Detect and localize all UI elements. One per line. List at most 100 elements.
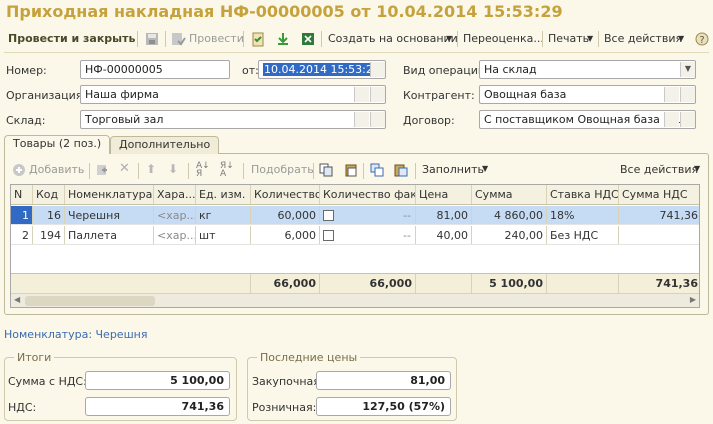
save-icon[interactable]: [144, 31, 160, 47]
operation-select[interactable]: На склад ▼: [479, 60, 696, 79]
tab-goods[interactable]: Товары (2 поз.): [4, 135, 111, 154]
search-icon[interactable]: [680, 87, 695, 102]
date-field[interactable]: 10.04.2014 15:53:29: [258, 60, 386, 79]
search-icon[interactable]: [680, 112, 695, 127]
cell-code: 194: [33, 226, 65, 244]
col-sum[interactable]: Сумма: [472, 185, 547, 204]
cell-unit: кг: [196, 206, 251, 224]
copy-rows-icon[interactable]: [370, 163, 384, 177]
chevron-down-icon[interactable]: ▼: [694, 164, 700, 173]
help-icon[interactable]: ?: [694, 31, 710, 47]
col-characteristic[interactable]: Хара...: [154, 185, 196, 204]
cell-vat-sum: [619, 226, 699, 244]
sort-asc-icon[interactable]: A↓ Я: [196, 162, 210, 179]
chevron-down-icon[interactable]: ▼: [482, 164, 488, 173]
organization-label: Организация:: [6, 89, 87, 102]
contractor-label: Контрагент:: [403, 89, 475, 102]
ellipsis-button[interactable]: [354, 112, 369, 127]
col-code[interactable]: Код: [33, 185, 65, 204]
arrow-up-icon[interactable]: ⬆: [146, 162, 156, 176]
sum-with-vat-value: 5 100,00: [85, 371, 230, 390]
contract-field[interactable]: С поставщиком Овощная база (RUB), ...: [479, 110, 696, 129]
goods-table: N Код Номенклатура Хара... Ед. изм. Коли…: [10, 184, 700, 308]
sort-desc-icon[interactable]: Я↓ A: [220, 162, 234, 179]
contractor-field[interactable]: Овощная база: [479, 85, 696, 104]
retail-price-value: 127,50 (57%): [316, 397, 451, 416]
window-title: Приходная накладная НФ-00000005 от 10.04…: [6, 2, 563, 21]
cell-quantity: 6,000: [251, 226, 320, 244]
table-toolbar: Добавить ✕ ⬆ ⬇ A↓ Я Я↓ A Подобрать Заполни…: [10, 161, 702, 180]
paste-icon[interactable]: [344, 163, 358, 177]
chevron-down-icon[interactable]: ▼: [587, 31, 593, 47]
warehouse-value: Торговый зал: [85, 113, 164, 126]
ellipsis-button[interactable]: [664, 112, 679, 127]
table-footer: 66,000 66,000 5 100,00 741,36: [11, 273, 699, 293]
chevron-down-icon[interactable]: ▼: [678, 31, 684, 47]
vat-value: 741,36: [85, 397, 230, 416]
print-button[interactable]: Печать: [548, 31, 589, 47]
col-vat-sum[interactable]: Сумма НДС: [619, 185, 699, 204]
col-quantity[interactable]: Количество: [251, 185, 320, 204]
col-nomenclature[interactable]: Номенклатура: [65, 185, 154, 204]
organization-value: Наша фирма: [85, 88, 159, 101]
col-quantity-fact[interactable]: Количество факт: [320, 185, 416, 204]
cell-quantity-fact: --: [320, 226, 416, 244]
table-all-actions-button[interactable]: Все действия: [620, 163, 698, 176]
checkbox[interactable]: [323, 209, 334, 221]
warehouse-field[interactable]: Торговый зал: [80, 110, 386, 129]
ellipsis-button[interactable]: [354, 87, 369, 102]
chevron-down-icon[interactable]: ▼: [680, 62, 695, 77]
col-unit[interactable]: Ед. изм.: [196, 185, 251, 204]
create-based-on-button[interactable]: Создать на основании: [328, 31, 458, 47]
table-row[interactable]: 2 194 Паллета <хар... шт 6,000 -- 40,00 …: [11, 226, 699, 245]
post-icon[interactable]: [170, 31, 186, 47]
scrollbar-thumb[interactable]: [25, 296, 155, 306]
cell-characteristic: <хар...: [154, 226, 196, 244]
nomenclature-link[interactable]: Номенклатура: Черешня: [4, 328, 147, 341]
fill-button[interactable]: Заполнить: [422, 163, 484, 176]
reprice-button[interactable]: Переоценка...: [463, 31, 544, 47]
purchase-price-value: 81,00: [316, 371, 451, 390]
post-and-close-button[interactable]: Провести и закрыть: [8, 31, 135, 47]
add-button[interactable]: Добавить: [29, 163, 84, 176]
pick-button[interactable]: Подобрать: [251, 163, 314, 176]
download-icon[interactable]: [275, 31, 291, 47]
number-field[interactable]: НФ-00000005: [80, 60, 230, 79]
tab-additional[interactable]: Дополнительно: [110, 136, 220, 154]
paste-rows-icon[interactable]: [394, 163, 408, 177]
ellipsis-button[interactable]: [664, 87, 679, 102]
operation-value: На склад: [484, 63, 537, 76]
total-quantity: 66,000: [251, 274, 320, 293]
copy-icon[interactable]: [319, 163, 333, 177]
col-price[interactable]: Цена: [416, 185, 472, 204]
all-actions-button[interactable]: Все действия: [604, 31, 682, 47]
organization-field[interactable]: Наша фирма: [80, 85, 386, 104]
table-row[interactable]: 1 16 Черешня <хар... кг 60,000 -- 81,00 …: [11, 206, 699, 225]
col-vat-rate[interactable]: Ставка НДС: [547, 185, 619, 204]
retail-price-label: Розничная:: [252, 401, 317, 414]
cell-unit: шт: [196, 226, 251, 244]
scroll-left-icon[interactable]: ◀: [14, 295, 20, 304]
post-button[interactable]: Провести: [189, 31, 244, 47]
checkbox[interactable]: [323, 229, 334, 241]
chevron-down-icon[interactable]: ▼: [446, 31, 452, 47]
contractor-value: Овощная база: [484, 88, 567, 101]
excel-icon[interactable]: [300, 31, 316, 47]
clipboard-check-icon[interactable]: [250, 31, 266, 47]
horizontal-scrollbar[interactable]: ◀ ▶: [11, 293, 699, 307]
add-icon[interactable]: [12, 163, 26, 177]
date-label: от:: [242, 64, 259, 77]
delete-icon[interactable]: ✕: [119, 161, 130, 176]
search-icon[interactable]: [370, 112, 385, 127]
col-n[interactable]: N: [11, 185, 33, 204]
search-icon[interactable]: [370, 87, 385, 102]
cell-price: 81,00: [416, 206, 472, 224]
cell-sum: 4 860,00: [472, 206, 547, 224]
cell-quantity: 60,000: [251, 206, 320, 224]
scroll-right-icon[interactable]: ▶: [690, 295, 696, 304]
cell-name: Черешня: [65, 206, 154, 224]
calendar-icon[interactable]: [370, 62, 385, 77]
sum-with-vat-label: Сумма с НДС:: [8, 375, 87, 388]
copy-row-icon[interactable]: [95, 163, 109, 177]
arrow-down-icon[interactable]: ⬇: [168, 162, 178, 176]
